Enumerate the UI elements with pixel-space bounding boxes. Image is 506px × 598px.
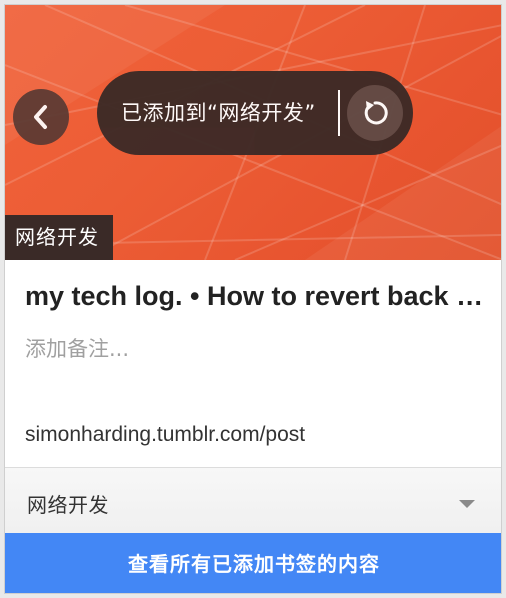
note-input[interactable]	[25, 329, 481, 369]
folder-select-value: 网络开发	[27, 493, 109, 517]
toast-message: 已添加到“网络开发”	[121, 101, 316, 125]
folder-badge: 网络开发	[5, 215, 113, 260]
added-toast: 已添加到“网络开发”	[97, 71, 413, 155]
undo-button[interactable]	[347, 85, 403, 141]
undo-icon	[364, 101, 388, 125]
chevron-left-icon	[34, 105, 47, 129]
bookmark-card: 已添加到“网络开发” 网络开发 my tech log. • How to re…	[4, 4, 502, 594]
bookmark-url: simonharding.tumblr.com/post	[25, 423, 306, 446]
bookmark-title[interactable]: my tech log. • How to revert back to the…	[25, 273, 485, 319]
folder-select[interactable]: 网络开发	[5, 467, 501, 533]
view-all-bookmarks-button[interactable]: 查看所有已添加书签的内容	[5, 533, 501, 593]
dropdown-arrow-icon	[459, 500, 475, 508]
toast-divider	[338, 90, 340, 136]
back-button[interactable]	[13, 89, 69, 145]
hero-image: 已添加到“网络开发” 网络开发	[5, 5, 501, 260]
